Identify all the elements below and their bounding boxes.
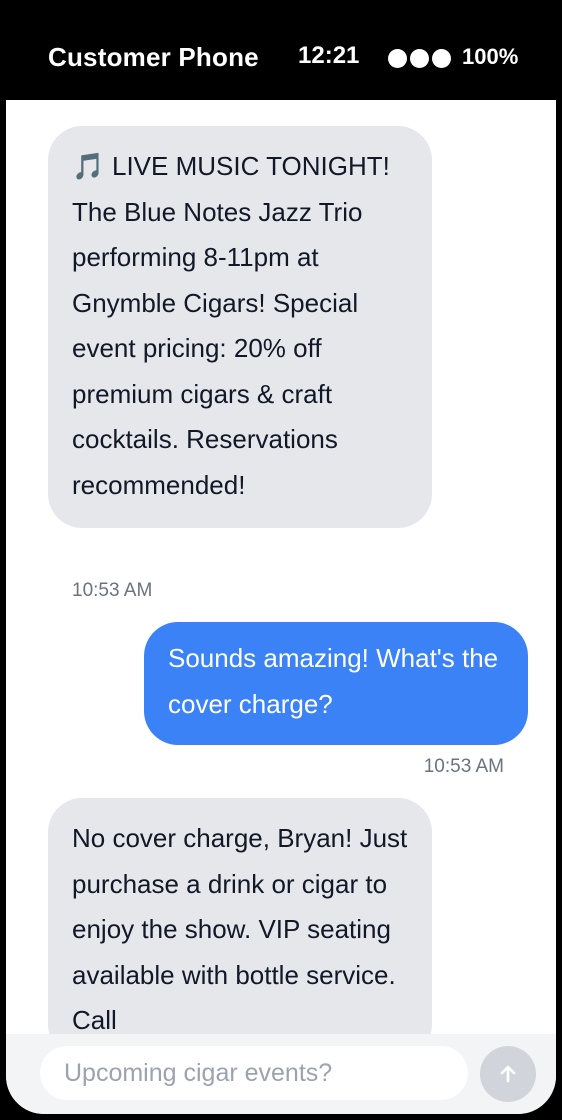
phone-frame: Customer Phone 12:21 100% 🎵 LIVE MUSIC TO… — [0, 0, 562, 1120]
message-text: No cover charge, Bryan! Just purchase a … — [72, 823, 408, 1034]
chat-screen: 🎵 LIVE MUSIC TONIGHT! The Blue Notes Jazz… — [6, 100, 556, 1114]
arrow-up-icon — [500, 1065, 516, 1083]
message-bubble-outgoing[interactable]: Sounds amazing! What's the cover charge? — [144, 622, 528, 745]
message-bubble-incoming[interactable]: 🎵 LIVE MUSIC TONIGHT! The Blue Notes Jazz… — [48, 126, 432, 528]
message-text: 🎵 LIVE MUSIC TONIGHT! The Blue Notes Jazz… — [72, 144, 408, 508]
signal-dot — [410, 49, 429, 68]
message-bubble-incoming[interactable]: No cover charge, Bryan! Just purchase a … — [48, 798, 432, 1034]
signal-dot — [388, 49, 407, 68]
music-note-icon: 🎵 — [72, 151, 105, 181]
status-time: 12:21 — [298, 42, 360, 69]
status-title: Customer Phone — [48, 42, 259, 72]
message-timestamp: 10:53 AM — [72, 580, 153, 601]
composer-bar — [6, 1034, 556, 1114]
message-text: Sounds amazing! What's the cover charge? — [168, 643, 499, 719]
send-button[interactable] — [480, 1046, 536, 1102]
message-input[interactable] — [40, 1046, 468, 1100]
battery-level: 100% — [462, 44, 519, 69]
message-list[interactable]: 🎵 LIVE MUSIC TONIGHT! The Blue Notes Jazz… — [6, 100, 556, 1034]
signal-dots-icon — [388, 49, 451, 68]
status-bar: Customer Phone 12:21 100% — [0, 0, 562, 100]
signal-dot — [432, 49, 451, 68]
message-timestamp: 10:53 AM — [423, 756, 504, 777]
